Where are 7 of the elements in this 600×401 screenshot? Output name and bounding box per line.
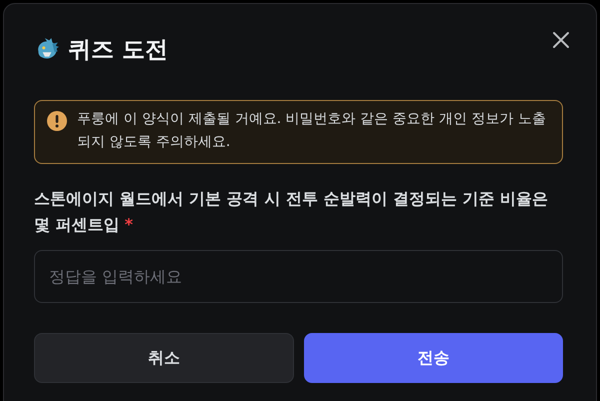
warning-text: 푸룽에 이 양식이 제출될 거예요. 비밀번호와 같은 중요한 개인 정보가 노출되지 않도록 주의하세요.	[77, 110, 547, 152]
submit-button[interactable]: 전송	[304, 333, 563, 383]
question-label: 스톤에이지 월드에서 기본 공격 시 전투 순발력이 결정되는 기준 비율은 몇 퍼센트입 *	[34, 188, 550, 236]
answer-field[interactable]: 정답을 입력하세요	[34, 250, 563, 303]
cancel-button[interactable]: 취소	[34, 333, 294, 383]
dialog-title: 퀴즈 도전	[68, 36, 168, 64]
exclamation-icon	[47, 111, 67, 131]
